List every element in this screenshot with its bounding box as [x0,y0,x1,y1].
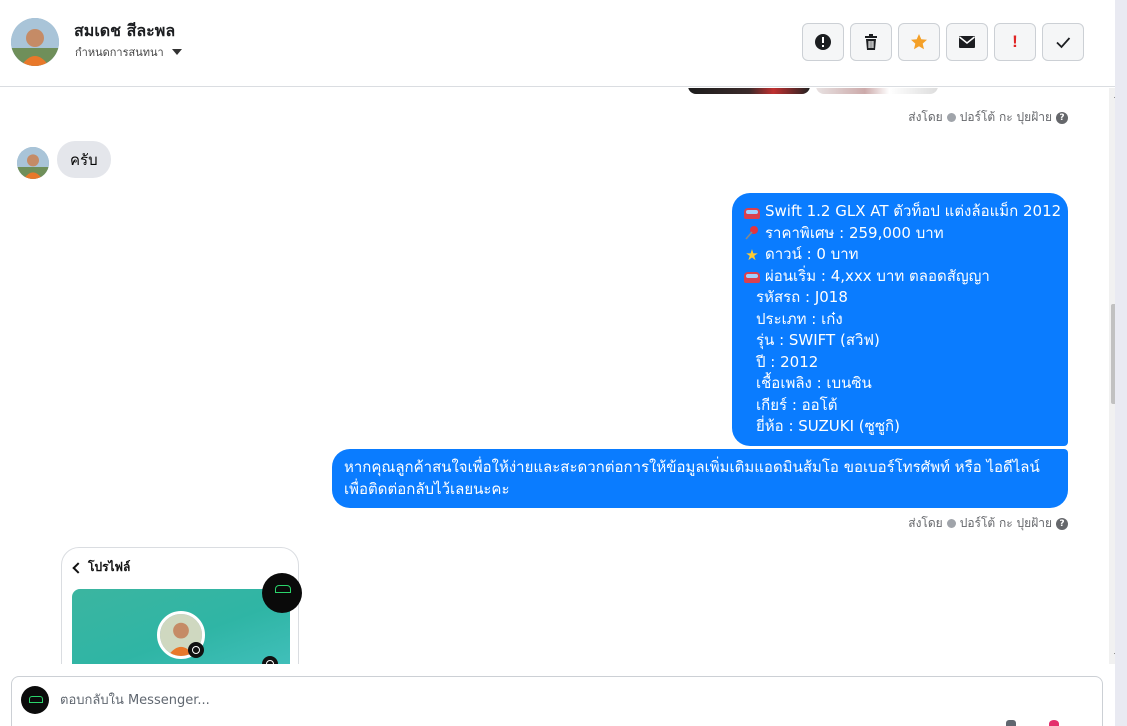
sender-name: ปอร์โต้ กะ ปุยฝ้าย [959,110,1052,124]
listing-text: Swift 1.2 GLX AT ตัวท็อป แต่งล้อแม็ก 201… [765,202,1062,220]
sender-name: ปอร์โต้ กะ ปุยฝ้าย [959,516,1052,530]
listing-text: ดาวน์ : 0 บาท [765,245,859,263]
car-emoji [744,272,760,284]
star-button[interactable] [898,23,940,61]
reply-input[interactable] [60,689,760,711]
outgoing-message-request[interactable]: หากคุณลูกค้าสนใจเพื่อให้ง่ายและสะดวกต่อก… [332,449,1068,508]
attachment-tool-icon[interactable] [1006,720,1016,726]
contact-avatar[interactable] [11,18,59,66]
caret-down-icon [171,49,182,55]
listing-line: รหัสรถ : J018 [756,288,848,306]
conversation-header: สมเดช สีละพล กำหนดการสนทนา ! [0,0,1115,87]
chevron-left-icon [72,561,84,574]
incoming-message[interactable]: ครับ [57,141,111,178]
listing-line: ประเภท : เก๋ง [756,309,843,328]
sent-by-label: ส่งโดย ปอร์โต้ กะ ปุยฝ้าย ? [908,108,1068,127]
listing-line: เกียร์ : ออโต้ [756,395,838,414]
delete-button[interactable] [850,23,892,61]
listing-line: เชื้อเพลิง : เบนซิน [756,374,872,392]
sent-by-prefix: ส่งโดย [908,516,943,530]
header-actions: ! [802,23,1084,61]
report-button[interactable] [802,23,844,61]
messenger-inbox: สมเดช สีละพล กำหนดการสนทนา ! ส่งโดย ปอร์… [0,0,1127,726]
camera-icon [188,642,204,658]
contact-name[interactable]: สมเดช สีละพล [74,19,175,44]
previous-image-attachments[interactable] [688,88,938,94]
sent-by-label: ส่งโดย ปอร์โต้ กะ ปุยฝ้าย ? [908,514,1068,533]
listing-text: ผ่อนเริ่ม : 4,xxx บาท ตลอดสัญญา [765,266,990,285]
listing-line: Swift 1.2 GLX AT ตัวท็อป แต่งล้อแม็ก 201… [744,201,1061,223]
listing-line: ปี : 2012 [756,352,819,371]
listing-line: ผ่อนเริ่ม : 4,xxx บาท ตลอดสัญญา [744,266,1056,288]
sent-by-prefix: ส่งโดย [908,110,943,124]
page-logo-small [21,686,49,714]
important-button[interactable]: ! [994,23,1036,61]
listing-line: ยี่ห้อ : SUZUKI (ซูซูกิ) [756,417,900,435]
profile-back-label: โปรไฟล์ [88,560,131,574]
window-edge [1115,0,1127,726]
assign-label: กำหนดการสนทนา [75,46,164,59]
listing-line: รุ่น : SWIFT (สวิฟ) [756,331,880,349]
exclamation-icon: ! [1012,32,1018,51]
reply-composer [11,676,1103,726]
pushpin-emoji [744,225,760,241]
profile-back: โปรไฟล์ [72,558,131,577]
car-emoji [744,207,760,219]
star-emoji: ★ [745,245,759,264]
check-icon [1056,37,1071,49]
sticker-tool-icon[interactable] [1049,720,1059,726]
page-logo [262,573,302,613]
mark-unread-button[interactable] [946,23,988,61]
contact-avatar-small[interactable] [17,147,49,179]
done-button[interactable] [1042,23,1084,61]
listing-line: ราคาพิเศษ : 259,000 บาท [744,223,1056,245]
listing-line: ★ ดาวน์ : 0 บาท [744,244,1056,266]
alert-circle-icon [815,34,831,50]
page-badge-icon [946,113,956,122]
listing-text: ราคาพิเศษ : 259,000 บาท [765,223,944,242]
image-attachment[interactable] [688,88,810,94]
assign-conversation-dropdown[interactable]: กำหนดการสนทนา [75,43,182,61]
image-attachment[interactable] [816,88,938,94]
trash-icon [865,34,877,50]
star-icon [911,34,927,50]
help-icon[interactable]: ? [1056,517,1068,530]
message-thread[interactable]: ส่งโดย ปอร์โต้ กะ ปุยฝ้าย ? ครับ Swift 1… [0,88,1115,664]
page-badge-icon [946,519,956,528]
help-icon[interactable]: ? [1056,111,1068,124]
outgoing-message-listing[interactable]: Swift 1.2 GLX AT ตัวท็อป แต่งล้อแม็ก 201… [732,193,1068,446]
profile-screenshot-attachment[interactable]: โปรไฟล์ [61,547,299,664]
envelope-icon [959,36,975,48]
